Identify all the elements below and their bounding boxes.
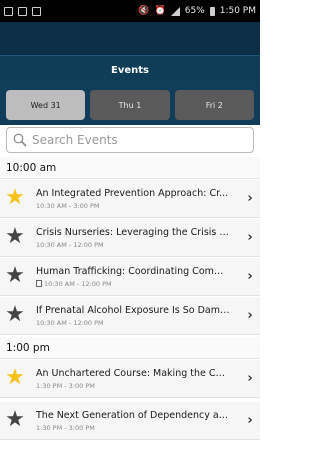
image-icon: [32, 6, 41, 16]
section-label: 1:00 pm: [6, 341, 50, 354]
note-icon: [36, 280, 42, 287]
event-time: 10:30 AM - 12:00 PM: [36, 240, 104, 249]
notification-icon: [4, 6, 13, 16]
battery-percent: 65%: [184, 6, 205, 16]
star-icon[interactable]: ★: [0, 186, 30, 209]
status-bar: 🔇 ⏰ 65% 1:50 PM: [0, 0, 260, 22]
clock: 1:50 PM: [219, 6, 256, 16]
event-time: 10:30 AM - 12:00 PM: [36, 318, 104, 327]
event-time: 10:30 AM - 12:00 PM: [36, 280, 240, 288]
tab-wed-31[interactable]: Wed 31: [6, 90, 86, 120]
alarm-icon: ⏰: [154, 6, 166, 16]
star-icon[interactable]: ★: [0, 225, 30, 248]
app-header: Events: [0, 55, 260, 85]
chevron-right-icon[interactable]: ›: [240, 269, 260, 284]
event-title: The Next Generation of Dependency and...: [36, 409, 230, 421]
star-icon[interactable]: ★: [0, 264, 30, 287]
mute-icon: 🔇: [138, 6, 150, 16]
tab-thu-1[interactable]: Thu 1: [90, 90, 170, 120]
mail-icon: [18, 6, 27, 16]
event-row[interactable]: ★ Crisis Nurseries: Leveraging the Crisi…: [0, 219, 260, 257]
page-title: Events: [111, 65, 149, 76]
star-icon[interactable]: ★: [0, 303, 30, 326]
tab-fri-2[interactable]: Fri 2: [174, 90, 254, 120]
event-row[interactable]: ★ An Integrated Prevention Approach: Cr.…: [0, 180, 260, 218]
event-row[interactable]: ★ An Unchartered Course: Making the Con.…: [0, 360, 260, 398]
app-bar-top: [0, 22, 260, 55]
event-title: An Unchartered Course: Making the Con...: [36, 367, 230, 379]
star-icon[interactable]: ★: [0, 366, 30, 389]
section-label: 10:00 am: [6, 161, 57, 174]
event-row[interactable]: ★ If Prenatal Alcohol Exposure Is So Dam…: [0, 297, 260, 335]
event-title: If Prenatal Alcohol Exposure Is So Dama.…: [36, 304, 230, 316]
chevron-right-icon[interactable]: ›: [240, 413, 260, 428]
search-input[interactable]: [32, 133, 242, 147]
battery-icon: [209, 6, 215, 16]
search-bar: [6, 127, 254, 153]
section-header-100pm: 1:00 pm: [0, 337, 260, 359]
search-icon: [13, 133, 27, 147]
chevron-right-icon[interactable]: ›: [240, 371, 260, 386]
event-time: 1:30 PM - 3:00 PM: [36, 381, 95, 390]
event-title: Crisis Nurseries: Leveraging the Crisis …: [36, 226, 230, 238]
event-time: 1:30 PM - 3:00 PM: [36, 423, 95, 432]
section-header-1000am: 10:00 am: [0, 157, 260, 179]
event-row[interactable]: ★ Human Trafficking: Coordinating Commu.…: [0, 258, 260, 296]
event-time: 10:30 AM - 3:00 PM: [36, 201, 100, 210]
event-title: Human Trafficking: Coordinating Commu...: [36, 265, 230, 277]
chevron-right-icon[interactable]: ›: [240, 308, 260, 323]
signal-icon: [170, 6, 180, 16]
chevron-right-icon[interactable]: ›: [240, 230, 260, 245]
star-icon[interactable]: ★: [0, 408, 30, 431]
event-title: An Integrated Prevention Approach: Cr...: [36, 187, 229, 199]
day-tabs: Wed 31 Thu 1 Fri 2: [0, 85, 260, 125]
event-row[interactable]: ★ The Next Generation of Dependency and.…: [0, 402, 260, 440]
chevron-right-icon[interactable]: ›: [240, 191, 260, 206]
